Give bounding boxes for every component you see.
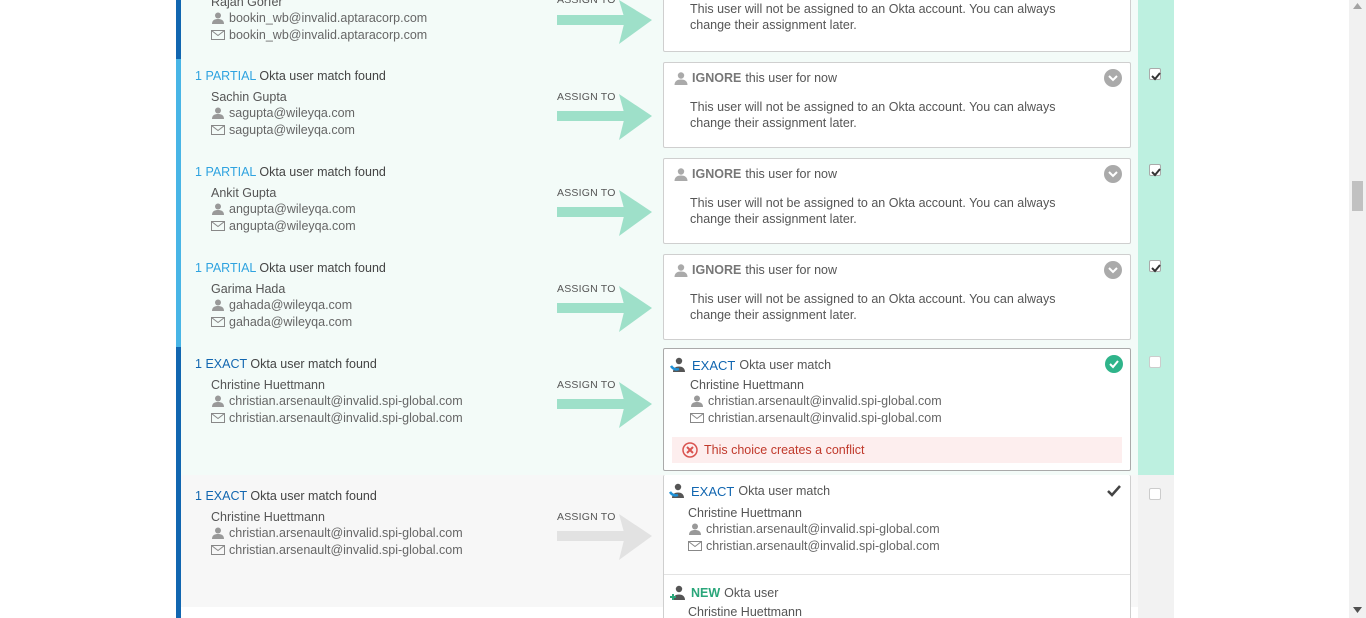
arrow-right-icon bbox=[557, 382, 652, 428]
user-email: angupta@wileyqa.com bbox=[211, 217, 386, 234]
mail-icon bbox=[211, 29, 225, 40]
user-email: christian.arsenault@invalid.spi-global.c… bbox=[211, 409, 463, 426]
mail-icon bbox=[211, 316, 225, 327]
match-summary: 1 PARTIAL Okta user match found bbox=[195, 261, 386, 275]
mail-icon bbox=[690, 412, 704, 423]
user-row: 1 PARTIAL Okta user match found Sachin G… bbox=[176, 59, 1174, 155]
user-login: angupta@wileyqa.com bbox=[211, 200, 386, 217]
assignment-card[interactable]: EXACT Okta user match Christine Huettmann… bbox=[663, 348, 1131, 471]
user-row: 1 EXACT Okta user match found Christine … bbox=[176, 347, 1174, 475]
match-summary: 1 EXACT Okta user match found bbox=[195, 357, 377, 371]
user-icon bbox=[212, 107, 224, 119]
scroll-up-icon[interactable] bbox=[1353, 3, 1362, 9]
row-checkbox[interactable] bbox=[1149, 68, 1161, 81]
row-checkbox[interactable] bbox=[1149, 356, 1161, 368]
user-icon bbox=[691, 395, 703, 407]
assignment-card[interactable]: IGNORE this user for now This user will n… bbox=[663, 62, 1131, 148]
mail-icon bbox=[211, 220, 225, 231]
card-user-login: christian.arsenault@invalid.spi-global.c… bbox=[688, 520, 940, 537]
card-description: This user will not be assigned to an Okt… bbox=[690, 292, 1056, 322]
user-login: christian.arsenault@invalid.spi-global.c… bbox=[211, 392, 463, 409]
card-user-email: christian.arsenault@invalid.spi-global.c… bbox=[688, 537, 940, 554]
user-icon bbox=[212, 395, 224, 407]
match-summary: 1 PARTIAL Okta user match found bbox=[195, 165, 386, 179]
user-icon bbox=[212, 527, 224, 539]
card-title: IGNORE this user for now bbox=[674, 167, 837, 181]
user-email: gahada@wileyqa.com bbox=[211, 313, 386, 330]
mail-icon bbox=[211, 124, 225, 135]
user-email: bookin_wb@invalid.aptaracorp.com bbox=[211, 26, 427, 43]
option-exact-match[interactable]: EXACT Okta user match Christine Huettmann… bbox=[664, 475, 1130, 575]
user-name: Rajan Gorfer bbox=[211, 0, 283, 9]
user-name: Garima Hada bbox=[211, 282, 286, 296]
user-row: 1 PARTIAL Okta user match found Garima H… bbox=[176, 251, 1174, 347]
user-email: sagupta@wileyqa.com bbox=[211, 121, 386, 138]
card-user-email: christian.arsenault@invalid.spi-global.c… bbox=[690, 409, 942, 426]
mail-icon bbox=[688, 540, 702, 551]
user-row: 1 PARTIAL Okta user match found Ankit Gu… bbox=[176, 155, 1174, 251]
card-user-name: Christine Huettmann bbox=[690, 378, 804, 392]
page: { "colors": { "partial": "#2fa3e0", "exa… bbox=[0, 0, 1366, 618]
user-row: Rajan Gorfer bookin_wb@invalid.aptaracor… bbox=[176, 0, 1174, 59]
user-name: Ankit Gupta bbox=[211, 186, 277, 200]
user-login: sagupta@wileyqa.com bbox=[211, 104, 386, 121]
chevron-down-icon[interactable] bbox=[1104, 261, 1122, 279]
assignment-card[interactable]: IGNORE this user for now This user will n… bbox=[663, 254, 1131, 340]
user-icon bbox=[212, 203, 224, 215]
scroll-down-icon[interactable] bbox=[1353, 607, 1362, 613]
user-row: 1 EXACT Okta user match found Christine … bbox=[176, 475, 1174, 618]
arrow-right-icon bbox=[557, 94, 652, 140]
card-user-login: christian.arsenault@invalid.spi-global.c… bbox=[690, 392, 942, 409]
user-login: christian.arsenault@invalid.spi-global.c… bbox=[211, 524, 463, 541]
user-name: Christine Huettmann bbox=[211, 510, 325, 524]
card-title: IGNORE this user for now bbox=[674, 71, 837, 85]
new-user-name: Christine Huettmann bbox=[688, 605, 802, 618]
assignment-card[interactable]: IGNORE this user for now This user will n… bbox=[663, 158, 1131, 244]
user-name: Sachin Gupta bbox=[211, 90, 287, 104]
user-icon bbox=[212, 12, 224, 24]
option-new-user[interactable]: NEW Okta user Christine Huettmann bbox=[664, 575, 1130, 618]
user-login: gahada@wileyqa.com bbox=[211, 296, 386, 313]
user-icon bbox=[212, 299, 224, 311]
arrow-right-icon bbox=[557, 514, 652, 560]
user-login: bookin_wb@invalid.aptaracorp.com bbox=[211, 9, 427, 26]
scrollbar-thumb[interactable] bbox=[1352, 181, 1363, 211]
row-checkbox[interactable] bbox=[1149, 488, 1161, 500]
chevron-down-icon[interactable] bbox=[1104, 69, 1122, 87]
card-description: This user will not be assigned to an Okt… bbox=[690, 100, 1056, 130]
user-name: Christine Huettmann bbox=[211, 378, 325, 392]
user-icon bbox=[674, 71, 688, 85]
error-icon bbox=[682, 442, 698, 458]
card-description: This user will not be assigned to an Okt… bbox=[690, 196, 1056, 226]
card-user-name: Christine Huettmann bbox=[688, 506, 802, 520]
arrow-right-icon bbox=[557, 190, 652, 236]
vertical-scrollbar[interactable] bbox=[1349, 0, 1366, 618]
conflict-alert: This choice creates a conflict bbox=[672, 437, 1122, 463]
card-title: IGNORE this user for now bbox=[674, 263, 837, 277]
add-user-icon bbox=[670, 585, 685, 600]
chevron-down-icon[interactable] bbox=[1104, 165, 1122, 183]
row-checkbox[interactable] bbox=[1149, 164, 1161, 177]
check-circle-icon bbox=[1105, 355, 1123, 373]
card-title: EXACT Okta user match bbox=[670, 357, 831, 373]
arrow-right-icon bbox=[557, 0, 652, 44]
arrow-right-icon bbox=[557, 286, 652, 332]
match-summary: 1 PARTIAL Okta user match found bbox=[195, 69, 386, 83]
user-icon bbox=[689, 523, 701, 535]
assignment-options-list: EXACT Okta user match Christine Huettmann… bbox=[663, 475, 1131, 618]
match-summary: 1 EXACT Okta user match found bbox=[195, 489, 377, 503]
exact-match-icon bbox=[670, 357, 685, 372]
row-checkbox[interactable] bbox=[1149, 260, 1161, 273]
checkmark-icon bbox=[1107, 485, 1121, 497]
assignment-card[interactable]: This user will not be assigned to an Okt… bbox=[663, 0, 1131, 52]
user-email: christian.arsenault@invalid.spi-global.c… bbox=[211, 541, 463, 558]
user-icon bbox=[674, 263, 688, 277]
mail-icon bbox=[211, 544, 225, 555]
mail-icon bbox=[211, 412, 225, 423]
user-icon bbox=[674, 167, 688, 181]
exact-match-icon bbox=[669, 483, 684, 498]
